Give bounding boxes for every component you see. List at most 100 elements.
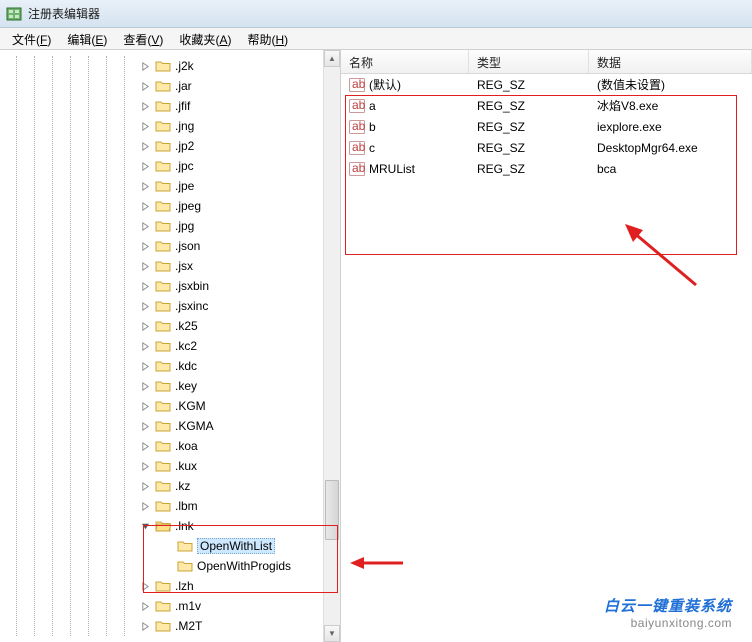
tree-node[interactable]: .kz (0, 476, 340, 496)
expand-toggle-icon[interactable] (140, 621, 151, 632)
collapse-toggle-icon[interactable] (140, 521, 151, 532)
menu-help[interactable]: 帮助(H) (239, 28, 296, 49)
expand-toggle-icon[interactable] (140, 281, 151, 292)
expand-toggle-icon[interactable] (140, 481, 151, 492)
expand-toggle-icon[interactable] (140, 341, 151, 352)
tree-node[interactable]: .jsx (0, 256, 340, 276)
folder-icon (155, 579, 171, 593)
expand-toggle-icon[interactable] (140, 61, 151, 72)
expand-toggle-icon[interactable] (140, 241, 151, 252)
expand-toggle-icon[interactable] (140, 501, 151, 512)
expand-toggle-icon[interactable] (140, 301, 151, 312)
folder-icon (155, 239, 171, 253)
scroll-up-button[interactable]: ▲ (324, 50, 340, 67)
expand-toggle-icon[interactable] (140, 381, 151, 392)
col-header-data[interactable]: 数据 (589, 50, 752, 73)
tree-node-label: .kz (175, 479, 190, 493)
scroll-thumb[interactable] (325, 480, 339, 540)
tree-node[interactable]: .lzh (0, 576, 340, 596)
menu-edit[interactable]: 编辑(E) (59, 28, 115, 49)
tree-node[interactable]: .json (0, 236, 340, 256)
folder-icon (155, 259, 171, 273)
value-row[interactable]: cREG_SZDesktopMgr64.exe (341, 137, 752, 158)
string-value-icon (349, 77, 365, 93)
expand-toggle-icon[interactable] (140, 321, 151, 332)
folder-icon (177, 559, 193, 573)
tree-node[interactable]: .lnk (0, 516, 340, 536)
value-data: 冰焰V8.exe (589, 97, 752, 114)
tree-node[interactable]: .jpc (0, 156, 340, 176)
folder-icon (155, 179, 171, 193)
value-type: REG_SZ (469, 141, 589, 155)
expand-toggle-icon[interactable] (140, 361, 151, 372)
tree-node[interactable]: .jar (0, 76, 340, 96)
expand-toggle-icon[interactable] (140, 441, 151, 452)
tree-node[interactable]: .j2k (0, 56, 340, 76)
tree-node[interactable]: .k25 (0, 316, 340, 336)
tree-node[interactable]: OpenWithProgids (0, 556, 340, 576)
tree-node[interactable]: .jpeg (0, 196, 340, 216)
tree-node[interactable]: .jpg (0, 216, 340, 236)
tree-node[interactable]: .jfif (0, 96, 340, 116)
tree-node[interactable]: .kc2 (0, 336, 340, 356)
tree-node[interactable]: OpenWithList (0, 536, 340, 556)
value-name: MRUList (369, 162, 415, 176)
watermark-title: 白云一键重装系统 (604, 595, 732, 616)
tree-node[interactable]: .kdc (0, 356, 340, 376)
tree-node[interactable]: .lbm (0, 496, 340, 516)
tree-node[interactable]: .m1v (0, 596, 340, 616)
expand-toggle-icon[interactable] (140, 601, 151, 612)
registry-tree[interactable]: .j2k.jar.jfif.jng.jp2.jpc.jpe.jpeg.jpg.j… (0, 56, 340, 636)
folder-icon (155, 399, 171, 413)
value-row[interactable]: MRUListREG_SZbca (341, 158, 752, 179)
expand-toggle-icon[interactable] (140, 221, 151, 232)
folder-icon (155, 499, 171, 513)
expand-toggle-icon[interactable] (140, 141, 151, 152)
tree-node[interactable]: .jng (0, 116, 340, 136)
expand-toggle-icon[interactable] (140, 401, 151, 412)
expand-toggle-icon[interactable] (140, 201, 151, 212)
titlebar: 注册表编辑器 (0, 0, 752, 28)
tree-node[interactable]: .kux (0, 456, 340, 476)
tree-node-label: .j2k (175, 59, 194, 73)
expand-toggle-icon[interactable] (140, 181, 151, 192)
value-row[interactable]: (默认)REG_SZ(数值未设置) (341, 74, 752, 95)
tree-node-label: .KGM (175, 399, 206, 413)
expand-toggle-icon[interactable] (140, 461, 151, 472)
expand-toggle-icon[interactable] (140, 581, 151, 592)
expand-toggle-icon[interactable] (140, 121, 151, 132)
tree-node[interactable]: .KGMA (0, 416, 340, 436)
tree-node[interactable]: .jpe (0, 176, 340, 196)
tree-node[interactable]: .key (0, 376, 340, 396)
value-row[interactable]: aREG_SZ冰焰V8.exe (341, 95, 752, 116)
tree-node[interactable]: .jsxinc (0, 296, 340, 316)
tree-scrollbar[interactable]: ▲ ▼ (323, 50, 340, 642)
tree-node[interactable]: .M2T (0, 616, 340, 636)
values-list[interactable]: (默认)REG_SZ(数值未设置)aREG_SZ冰焰V8.exebREG_SZi… (341, 74, 752, 179)
value-row[interactable]: bREG_SZiexplore.exe (341, 116, 752, 137)
tree-node-label: .jar (175, 79, 192, 93)
col-header-name[interactable]: 名称 (341, 50, 469, 73)
menu-view[interactable]: 查看(V) (115, 28, 171, 49)
value-type: REG_SZ (469, 99, 589, 113)
folder-icon (155, 419, 171, 433)
expand-toggle-icon[interactable] (140, 81, 151, 92)
tree-node[interactable]: .jsxbin (0, 276, 340, 296)
expand-toggle-icon[interactable] (140, 101, 151, 112)
value-type: REG_SZ (469, 162, 589, 176)
scroll-down-button[interactable]: ▼ (324, 625, 340, 642)
expand-toggle-icon[interactable] (140, 421, 151, 432)
tree-node[interactable]: .KGM (0, 396, 340, 416)
menu-favorites[interactable]: 收藏夹(A) (171, 28, 239, 49)
expand-toggle-icon[interactable] (140, 261, 151, 272)
tree-node[interactable]: .jp2 (0, 136, 340, 156)
value-data: DesktopMgr64.exe (589, 141, 752, 155)
tree-node[interactable]: .koa (0, 436, 340, 456)
tree-node-label: .key (175, 379, 197, 393)
folder-icon (155, 519, 171, 533)
tree-node-label: .jsxbin (175, 279, 209, 293)
folder-icon (177, 539, 193, 553)
expand-toggle-icon[interactable] (140, 161, 151, 172)
col-header-type[interactable]: 类型 (469, 50, 589, 73)
menu-file[interactable]: 文件(F) (4, 28, 59, 49)
